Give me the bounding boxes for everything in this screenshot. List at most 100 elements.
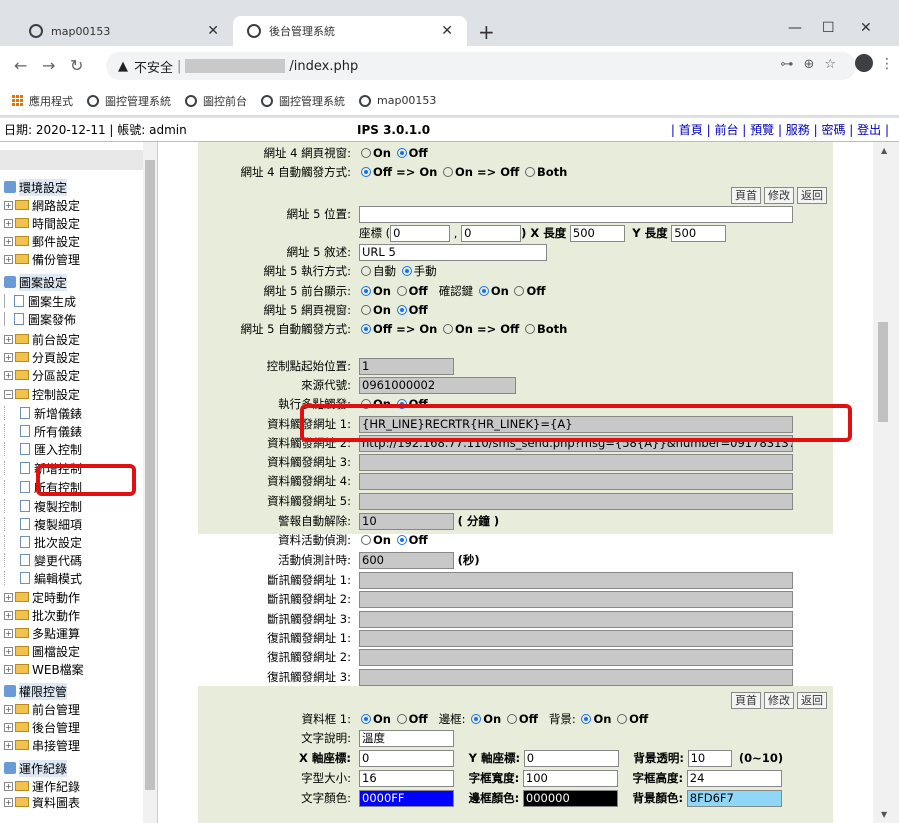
radio-confirm-off[interactable] xyxy=(514,286,525,296)
expand-icon[interactable]: + xyxy=(4,592,13,602)
radio-on[interactable] xyxy=(361,305,371,315)
text-color-input[interactable]: 0000FF xyxy=(359,789,454,807)
radio-border-on[interactable] xyxy=(471,714,482,724)
y-length-input[interactable]: 500 xyxy=(671,224,727,242)
font-size-input[interactable]: 16 xyxy=(359,769,454,787)
sidebar-item[interactable]: 變更代碼 xyxy=(4,551,82,569)
border-color-input[interactable]: 000000 xyxy=(522,789,618,807)
sidebar-item[interactable]: − 控制設定 xyxy=(4,385,80,403)
expand-icon[interactable]: + xyxy=(4,740,13,750)
rec3-input[interactable] xyxy=(359,668,793,686)
x-axis-input[interactable]: 0 xyxy=(359,749,454,767)
sidebar-item[interactable]: + 分頁設定 xyxy=(4,348,80,366)
sidebar-item[interactable]: + 批次動作 xyxy=(4,606,80,624)
tab-admin[interactable]: 後台管理系統 ✕ xyxy=(233,16,467,46)
radio-border-off[interactable] xyxy=(506,714,517,724)
sidebar-item[interactable]: 圖案設定 xyxy=(4,273,68,291)
main-scrollbar[interactable]: ▲ ▼ xyxy=(873,142,899,823)
home-button[interactable]: 頁首 xyxy=(731,691,761,709)
close-icon[interactable]: ✕ xyxy=(441,23,453,39)
radio-on-off[interactable] xyxy=(443,324,453,334)
radio-off-on[interactable] xyxy=(361,324,371,334)
trig5-input[interactable] xyxy=(359,492,793,510)
scroll-down-icon[interactable]: ▼ xyxy=(881,810,887,819)
sidebar-item[interactable]: 運作紀錄 xyxy=(4,759,68,777)
bookmark-item[interactable]: map00153 xyxy=(359,94,436,107)
sidebar-item[interactable]: + 網路設定 xyxy=(4,196,80,214)
expand-icon[interactable]: + xyxy=(4,370,13,380)
expand-icon[interactable]: + xyxy=(4,254,13,264)
expand-icon[interactable]: + xyxy=(4,200,13,210)
expand-icon[interactable]: + xyxy=(4,610,13,620)
scroll-thumb[interactable] xyxy=(145,160,155,790)
expand-icon[interactable]: + xyxy=(4,236,13,246)
source-input[interactable]: 0961000002 xyxy=(359,376,516,394)
back-button[interactable]: 返回 xyxy=(797,691,827,709)
modify-button[interactable]: 修改 xyxy=(764,691,794,709)
sidebar-item[interactable]: 新增儀錶 xyxy=(4,404,82,422)
radio-off-on[interactable] xyxy=(361,167,371,177)
forward-icon[interactable]: → xyxy=(42,56,55,75)
sidebar-item[interactable]: 匯入控制 xyxy=(4,440,82,458)
minimize-icon[interactable]: — xyxy=(788,20,802,36)
ctrl-start-input[interactable]: 1 xyxy=(359,357,454,375)
modify-button[interactable]: 修改 xyxy=(764,186,794,204)
radio-on[interactable] xyxy=(361,535,371,545)
tab-map00153[interactable]: map00153 ✕ xyxy=(15,16,233,46)
text-desc-input[interactable]: 溫度 xyxy=(359,729,454,747)
radio-auto[interactable] xyxy=(361,266,371,276)
profile-icon[interactable] xyxy=(855,54,873,72)
rec1-input[interactable] xyxy=(359,629,793,647)
expand-icon[interactable]: + xyxy=(4,664,13,674)
sidebar-item[interactable]: + WEB檔案 xyxy=(4,660,84,678)
home-button[interactable]: 頁首 xyxy=(731,186,761,204)
bookmark-item[interactable]: 圖控管理系統 xyxy=(87,93,171,109)
trig4-input[interactable] xyxy=(359,472,793,490)
window-close-icon[interactable]: ✕ xyxy=(860,20,872,36)
radio-on[interactable] xyxy=(361,286,371,296)
sidebar-item[interactable]: + 定時動作 xyxy=(4,588,80,606)
scroll-thumb[interactable] xyxy=(878,322,888,422)
bookmark-apps[interactable]: 應用程式 xyxy=(12,93,73,109)
sidebar-item[interactable]: + 時間設定 xyxy=(4,214,80,232)
sidebar-item[interactable]: 所有儀錶 xyxy=(4,422,82,440)
radio-both[interactable] xyxy=(525,324,535,334)
bookmark-item[interactable]: 圖控前台 xyxy=(185,93,247,109)
expand-icon[interactable]: + xyxy=(4,628,13,638)
close-icon[interactable]: ✕ xyxy=(207,23,219,39)
url5-input[interactable] xyxy=(359,205,793,223)
reload-icon[interactable]: ↻ xyxy=(70,56,83,75)
menu-icon[interactable]: ⋮ xyxy=(880,56,894,72)
timer-input[interactable]: 600 xyxy=(359,551,454,569)
sidebar-item[interactable]: + 郵件設定 xyxy=(4,232,80,250)
sidebar-item[interactable]: + 分區設定 xyxy=(4,366,80,384)
sidebar-item[interactable]: + 前台設定 xyxy=(4,330,80,348)
frame-height-input[interactable]: 24 xyxy=(686,769,782,787)
sidebar-scrollbar[interactable] xyxy=(143,142,157,823)
radio-off[interactable] xyxy=(396,305,407,315)
sidebar-item[interactable]: + 前台管理 xyxy=(4,700,80,718)
key-icon[interactable]: ⊶ xyxy=(780,57,803,72)
radio-on[interactable] xyxy=(361,714,371,724)
sidebar-item[interactable]: + 串接管理 xyxy=(4,736,80,754)
y-axis-input[interactable]: 0 xyxy=(523,749,619,767)
new-tab-icon[interactable]: + xyxy=(478,20,495,44)
expand-icon[interactable]: + xyxy=(4,704,13,714)
expand-icon[interactable]: + xyxy=(4,646,13,656)
sidebar-item[interactable]: 圖案發佈 xyxy=(4,310,76,328)
sidebar-item[interactable]: 編輯模式 xyxy=(4,569,82,587)
bg-color-input[interactable]: 8FD6F7 xyxy=(686,789,782,807)
scroll-up-icon[interactable]: ▲ xyxy=(881,146,887,155)
expand-icon[interactable]: + xyxy=(4,722,13,732)
address-bar[interactable]: ▲ 不安全 | /index.php ⊶⊕☆ xyxy=(106,52,856,80)
expand-icon[interactable]: + xyxy=(4,218,13,228)
coord-x-input[interactable]: 0 xyxy=(390,224,451,242)
sidebar-item[interactable]: + 資料圖表 xyxy=(4,793,80,811)
radio-off[interactable] xyxy=(396,535,407,545)
alarm-input[interactable]: 10 xyxy=(359,512,454,530)
radio-confirm-on[interactable] xyxy=(478,286,489,296)
radio-bg-on[interactable] xyxy=(581,714,592,724)
sidebar-item[interactable]: + 圖檔設定 xyxy=(4,642,80,660)
radio-on-off[interactable] xyxy=(443,167,453,177)
back-icon[interactable]: ← xyxy=(14,56,27,75)
